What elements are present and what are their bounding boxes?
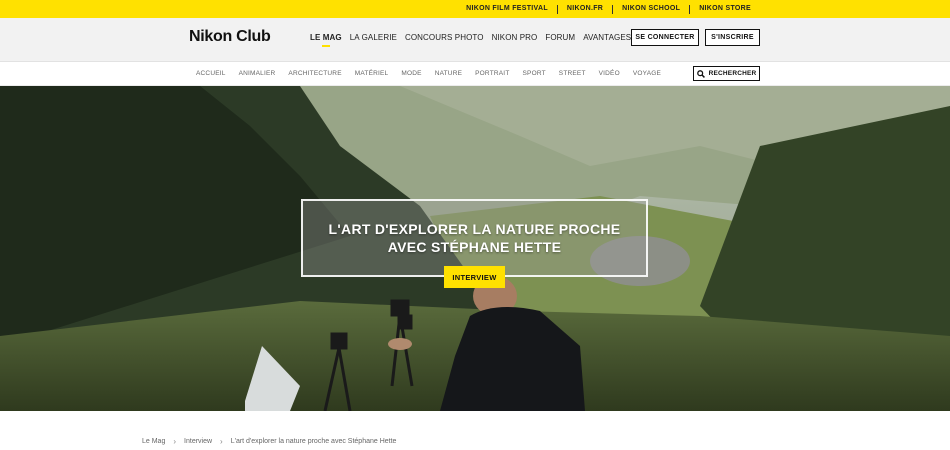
search-label: RECHERCHER: [708, 70, 757, 77]
search-button[interactable]: RECHERCHER: [693, 66, 760, 81]
category-animalier[interactable]: ANIMALIER: [239, 70, 276, 77]
category-street[interactable]: STREET: [559, 70, 586, 77]
breadcrumb-le-mag[interactable]: Le Mag: [142, 438, 165, 445]
hero-title-line-1: L'ART D'EXPLORER LA NATURE PROCHE: [328, 221, 621, 237]
site-header: Nikon Club LE MAG LA GALERIE CONCOURS PH…: [0, 18, 950, 62]
nav-le-mag[interactable]: LE MAG: [310, 33, 342, 47]
category-nature[interactable]: NATURE: [435, 70, 462, 77]
category-badge[interactable]: INTERVIEW: [444, 266, 505, 288]
category-sport[interactable]: SPORT: [523, 70, 546, 77]
hero-title: L'ART D'EXPLORER LA NATURE PROCHE AVEC S…: [329, 220, 621, 256]
breadcrumb-interview[interactable]: Interview: [184, 438, 212, 445]
category-voyage[interactable]: VOYAGE: [633, 70, 661, 77]
category-architecture[interactable]: ARCHITECTURE: [288, 70, 341, 77]
nav-concours-photo[interactable]: CONCOURS PHOTO: [405, 33, 484, 42]
breadcrumb: Le Mag › Interview › L'art d'explorer la…: [142, 437, 396, 446]
breadcrumb-current: L'art d'explorer la nature proche avec S…: [230, 438, 397, 445]
hero-banner[interactable]: L'ART D'EXPLORER LA NATURE PROCHE AVEC S…: [0, 86, 950, 411]
site-logo[interactable]: Nikon Club: [189, 28, 271, 46]
top-utility-bar: NIKON FILM FESTIVAL NIKON.FR NIKON SCHOO…: [0, 0, 950, 18]
category-mode[interactable]: MODE: [401, 70, 421, 77]
category-video[interactable]: VIDÉO: [599, 70, 620, 77]
signup-button[interactable]: S'INSCRIRE: [705, 29, 760, 46]
hero-title-line-2: AVEC STÉPHANE HETTE: [387, 239, 562, 255]
search-icon: [696, 69, 705, 78]
category-list: ACCUEIL ANIMALIER ARCHITECTURE MATÉRIEL …: [196, 70, 674, 77]
nav-avantages[interactable]: AVANTAGES: [583, 33, 631, 42]
nav-la-galerie[interactable]: LA GALERIE: [350, 33, 397, 42]
main-nav: LE MAG LA GALERIE CONCOURS PHOTO NIKON P…: [310, 33, 639, 47]
category-nav: ACCUEIL ANIMALIER ARCHITECTURE MATÉRIEL …: [0, 62, 950, 86]
login-button[interactable]: SE CONNECTER: [631, 29, 699, 46]
nav-forum[interactable]: FORUM: [545, 33, 575, 42]
category-accueil[interactable]: ACCUEIL: [196, 70, 226, 77]
chevron-right-icon: ›: [220, 437, 223, 446]
link-nikon-school[interactable]: NIKON SCHOOL: [613, 4, 689, 14]
link-nikon-film-festival[interactable]: NIKON FILM FESTIVAL: [457, 4, 557, 14]
link-nikon-store[interactable]: NIKON STORE: [690, 4, 760, 14]
link-nikon-fr[interactable]: NIKON.FR: [558, 4, 612, 14]
category-portrait[interactable]: PORTRAIT: [475, 70, 509, 77]
nav-nikon-pro[interactable]: NIKON PRO: [492, 33, 538, 42]
chevron-right-icon: ›: [173, 437, 177, 446]
category-materiel[interactable]: MATÉRIEL: [355, 70, 389, 77]
